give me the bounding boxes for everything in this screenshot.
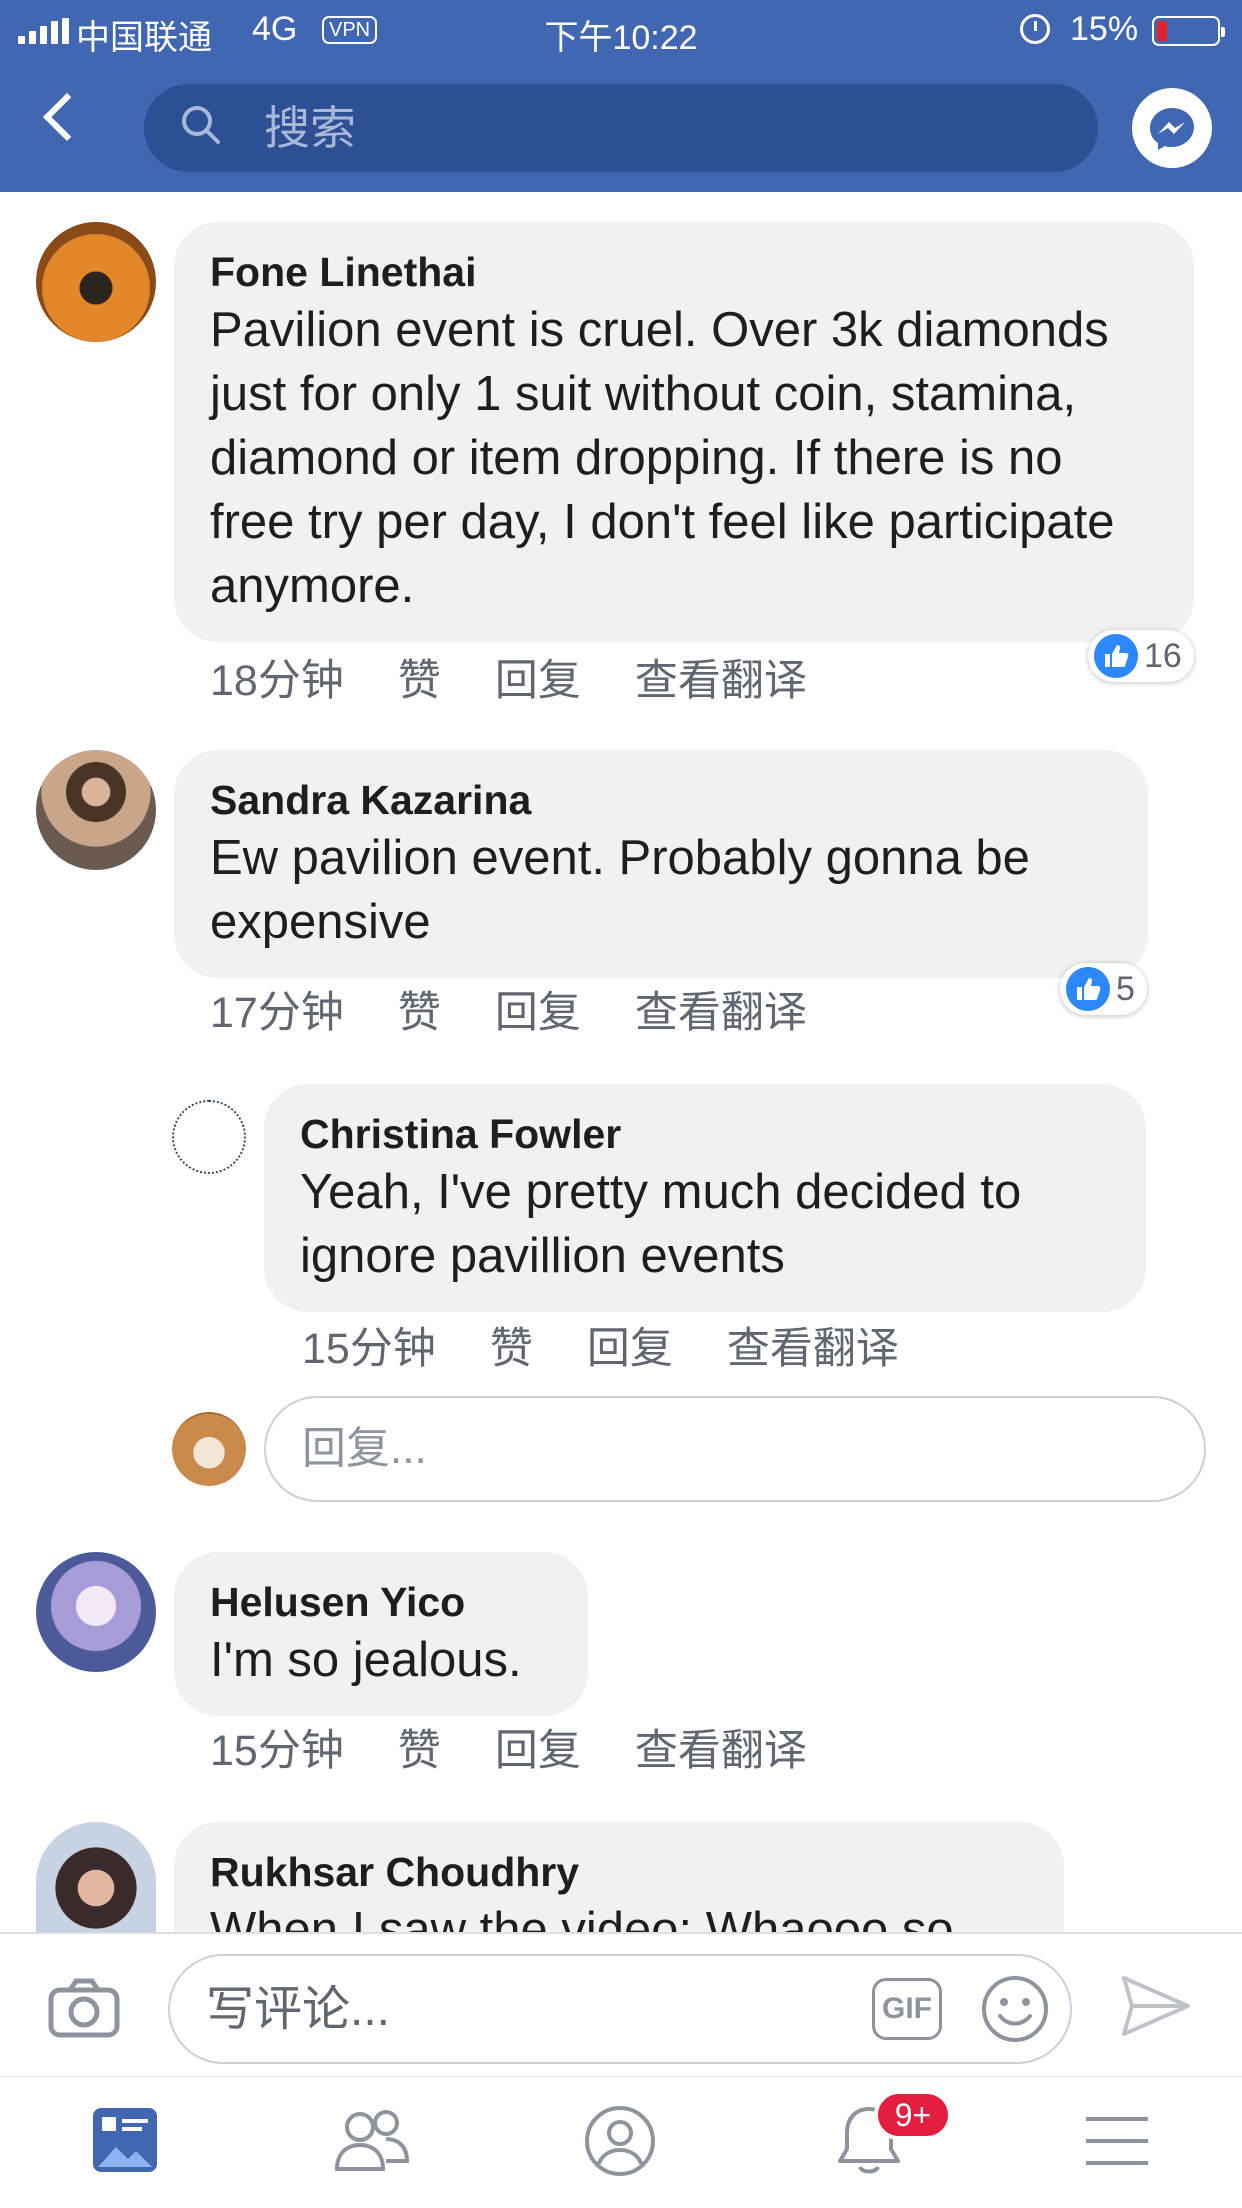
status-bar: 中国联通 4G VPN 下午10:22 15% <box>0 0 1242 62</box>
avatar[interactable] <box>172 1100 246 1174</box>
reply-button[interactable]: 回复 <box>587 1314 673 1376</box>
clock: 下午10:22 <box>544 19 698 57</box>
comment-bubble: Fone Linethai Pavilion event is cruel. O… <box>174 222 1194 642</box>
comment-author[interactable]: Fone Linethai <box>210 246 1158 298</box>
like-button[interactable]: 赞 <box>398 1716 441 1778</box>
comment-author[interactable]: Rukhsar Choudhry <box>210 1846 1028 1898</box>
camera-icon[interactable] <box>48 1978 120 2038</box>
messenger-icon <box>1150 108 1194 150</box>
gif-button[interactable]: GIF <box>872 1978 942 2040</box>
comment-actions: 17分钟 赞 回复 查看翻译 <box>210 978 861 1040</box>
like-button[interactable]: 赞 <box>398 646 441 708</box>
alarm-icon <box>1020 14 1050 44</box>
translate-button[interactable]: 查看翻译 <box>635 1716 807 1778</box>
comment-time: 15分钟 <box>302 1325 436 1373</box>
comment-bubble: Sandra Kazarina Ew pavilion event. Proba… <box>174 750 1148 978</box>
reply-button[interactable]: 回复 <box>495 646 581 708</box>
back-icon[interactable] <box>42 92 92 142</box>
reaction-number: 5 <box>1116 969 1135 1008</box>
comment-text: Pavilion event is cruel. Over 3k diamond… <box>210 303 1115 613</box>
comment-actions: 15分钟 赞 回复 查看翻译 <box>210 1716 861 1778</box>
reply-button[interactable]: 回复 <box>495 1716 581 1778</box>
comment-time: 18分钟 <box>210 657 344 705</box>
messenger-button[interactable] <box>1132 88 1212 168</box>
comment-bubble: Rukhsar Choudhry When I saw the video: W… <box>174 1822 1064 1932</box>
send-icon[interactable] <box>1120 1974 1192 2038</box>
avatar[interactable] <box>36 1552 156 1672</box>
like-icon <box>1094 634 1138 678</box>
comment-author[interactable]: Christina Fowler <box>300 1108 1110 1160</box>
comment-author[interactable]: Sandra Kazarina <box>210 774 1112 826</box>
comment-time: 15分钟 <box>210 1727 344 1775</box>
reaction-count[interactable]: 16 <box>1088 630 1194 682</box>
search-icon <box>182 106 220 144</box>
comment-time: 17分钟 <box>210 989 344 1037</box>
translate-button[interactable]: 查看翻译 <box>727 1314 899 1376</box>
like-button[interactable]: 赞 <box>398 978 441 1040</box>
friends-tab-icon[interactable] <box>334 2105 410 2175</box>
comment-field[interactable]: GIF <box>168 1954 1072 2064</box>
search-bar[interactable] <box>144 84 1098 172</box>
profile-tab-icon[interactable] <box>584 2105 656 2177</box>
like-icon <box>1066 967 1110 1011</box>
translate-button[interactable]: 查看翻译 <box>635 646 807 708</box>
comment-author[interactable]: Helusen Yico <box>210 1576 552 1628</box>
like-button[interactable]: 赞 <box>490 1314 533 1376</box>
comment-composer: GIF <box>0 1932 1242 2076</box>
comment-bubble: Helusen Yico I'm so jealous. <box>174 1552 588 1716</box>
current-user-avatar <box>172 1412 246 1486</box>
reaction-count[interactable]: 5 <box>1060 963 1147 1015</box>
avatar[interactable] <box>36 1822 156 1932</box>
comment-text: When I saw the video: Whaooo so <box>210 1903 954 1932</box>
comment-text: Ew pavilion event. Probably gonna be exp… <box>210 831 1030 949</box>
comment-bubble: Christina Fowler Yeah, I've pretty much … <box>264 1084 1146 1312</box>
reply-field[interactable] <box>264 1396 1206 1502</box>
tab-bar <box>0 2076 1242 2208</box>
reply-button[interactable]: 回复 <box>495 978 581 1040</box>
top-bar: 中国联通 4G VPN 下午10:22 15% <box>0 0 1242 192</box>
comment-text: I'm so jealous. <box>210 1633 522 1687</box>
battery-icon <box>1152 16 1225 46</box>
comment-input[interactable] <box>206 1956 846 2062</box>
notification-badge: 9+ <box>874 2090 952 2140</box>
comment-actions: 18分钟 赞 回复 查看翻译 <box>210 646 861 708</box>
comment-text: Yeah, I've pretty much decided to ignore… <box>300 1165 1022 1283</box>
reaction-number: 16 <box>1144 636 1182 675</box>
menu-tab-icon[interactable] <box>1082 2105 1152 2175</box>
search-input[interactable] <box>264 84 1064 172</box>
emoji-icon[interactable] <box>980 1974 1050 2044</box>
battery-percent: 15% <box>1070 10 1139 48</box>
translate-button[interactable]: 查看翻译 <box>635 978 807 1040</box>
reply-input[interactable] <box>302 1398 1162 1500</box>
comment-actions: 15分钟 赞 回复 查看翻译 <box>302 1314 953 1376</box>
avatar[interactable] <box>36 750 156 870</box>
news-feed-tab-icon[interactable] <box>90 2105 160 2175</box>
avatar[interactable] <box>36 222 156 342</box>
